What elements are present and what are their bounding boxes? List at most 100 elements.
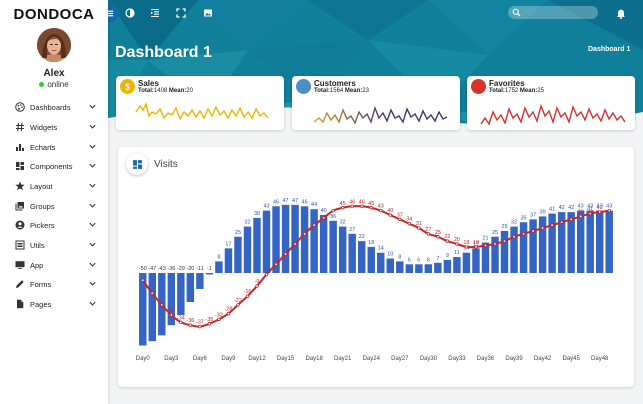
- line-point: [569, 217, 573, 222]
- sidebar: DONDOCA Alex online Dashboards Widgets E…: [0, 0, 108, 404]
- line-point: [512, 235, 516, 239]
- sidebar-item-forms[interactable]: Forms: [0, 275, 108, 293]
- bar: [405, 264, 414, 273]
- bar-label: 46: [302, 199, 308, 205]
- bar: [415, 264, 423, 273]
- sidebar-item-dashboards[interactable]: Dashboards: [0, 98, 108, 116]
- line-label: 37: [397, 212, 403, 218]
- line-point: [483, 243, 488, 248]
- line-point: [607, 208, 611, 213]
- sidebar-item-echarts[interactable]: Echarts: [0, 138, 108, 156]
- sidebar-item-pickers[interactable]: Pickers: [0, 216, 108, 234]
- line-label: 22: [444, 234, 450, 240]
- bell-icon: [617, 9, 625, 19]
- bar: [319, 215, 328, 273]
- total-label: Total:: [138, 88, 154, 94]
- favorites-card[interactable]: Favorites Total:1752 Mean:25: [467, 76, 635, 130]
- line-point: [150, 291, 154, 295]
- collapse-sidebar-button[interactable]: [146, 4, 164, 22]
- user-circle-icon: [15, 220, 25, 230]
- bar-label: 43: [263, 204, 269, 210]
- brand-logo[interactable]: DONDOCA: [0, 0, 108, 28]
- bar: [234, 236, 242, 273]
- sales-card[interactable]: $ Sales Total:1408 Mean:20: [116, 76, 284, 130]
- line-point: [550, 223, 554, 227]
- bar-label: 42: [559, 205, 565, 211]
- x-tick-label: Day48: [591, 356, 609, 362]
- bar-label: 40: [321, 208, 327, 214]
- bar-label: 37: [530, 212, 536, 218]
- sidebar-item-layout[interactable]: Layout: [0, 177, 108, 195]
- line-point: [293, 242, 297, 246]
- sidebar-item-components[interactable]: Components: [0, 157, 108, 175]
- bar-label: 22: [359, 234, 365, 240]
- bar-label: 42: [568, 205, 574, 211]
- x-tick-label: Day33: [448, 356, 466, 362]
- line-label: 25: [435, 230, 441, 236]
- mean-value: 20: [186, 88, 193, 94]
- line-point: [160, 303, 164, 307]
- bar-label: 17: [225, 241, 231, 247]
- bar-label: -11: [196, 266, 204, 272]
- dollar-icon: $: [120, 79, 135, 94]
- avatar[interactable]: [37, 28, 71, 62]
- bar: [348, 233, 356, 273]
- line-point: [207, 322, 212, 326]
- list-box-icon: [15, 240, 25, 250]
- bar: [358, 241, 366, 273]
- search-input[interactable]: [508, 6, 598, 19]
- bar: [196, 273, 204, 289]
- bar-label: 8: [217, 254, 220, 260]
- line-point: [502, 239, 507, 243]
- mean-label: Mean:: [344, 88, 363, 94]
- mean-label: Mean:: [168, 88, 187, 94]
- notifications-button[interactable]: [612, 4, 630, 22]
- theme-toggle-button[interactable]: [121, 4, 139, 22]
- sidebar-item-label: Pages: [30, 300, 52, 309]
- sidebar-item-groups[interactable]: Groups: [0, 197, 108, 215]
- bar: [205, 273, 214, 275]
- image-button[interactable]: [199, 4, 217, 22]
- page-title: Dashboard 1: [115, 44, 212, 61]
- bar-label: -29: [177, 266, 185, 272]
- sidebar-item-widgets[interactable]: Widgets: [0, 118, 108, 136]
- palette-icon: [15, 102, 25, 112]
- card-title: Favorites: [489, 79, 525, 88]
- line-label: -35: [205, 317, 213, 323]
- customers-card[interactable]: Customers Total:1564 Mean:23: [292, 76, 460, 130]
- chevron-down-icon: [89, 222, 96, 227]
- sidebar-item-app[interactable]: App: [0, 256, 108, 274]
- chevron-down-icon: [89, 163, 96, 168]
- bar-label: 11: [454, 250, 460, 256]
- bar-label: 6: [427, 257, 430, 263]
- bar: [177, 273, 185, 316]
- line-point: [521, 232, 526, 236]
- bar-label: 32: [244, 220, 250, 226]
- line-point: [141, 278, 145, 282]
- line-label: -37: [196, 320, 204, 326]
- bar: [224, 248, 233, 273]
- user-name: Alex: [43, 68, 65, 79]
- x-tick-label: Day18: [305, 356, 323, 362]
- bar-label: 39: [540, 209, 546, 215]
- card-stats: Total:1408 Mean:20: [138, 88, 193, 94]
- bar: [253, 217, 261, 273]
- bar: [424, 264, 433, 273]
- fullscreen-button[interactable]: [172, 4, 190, 22]
- user-icon: [296, 79, 311, 110]
- breadcrumb[interactable]: Dashboard 1: [588, 46, 630, 53]
- bar: [462, 252, 471, 273]
- line-point: [360, 204, 364, 208]
- bar: [186, 273, 195, 302]
- line-point: [255, 284, 259, 288]
- bar-label: 47: [292, 198, 298, 204]
- chevron-down-icon: [89, 281, 96, 286]
- bar: [605, 210, 613, 273]
- line-point: [350, 204, 354, 208]
- bar: [538, 216, 547, 273]
- bar-label: 21: [482, 236, 488, 242]
- bar-label: -36: [167, 266, 175, 272]
- sidebar-item-pages[interactable]: Pages: [0, 295, 108, 313]
- sidebar-item-utils[interactable]: Utils: [0, 236, 108, 254]
- line-label: 46: [349, 199, 355, 205]
